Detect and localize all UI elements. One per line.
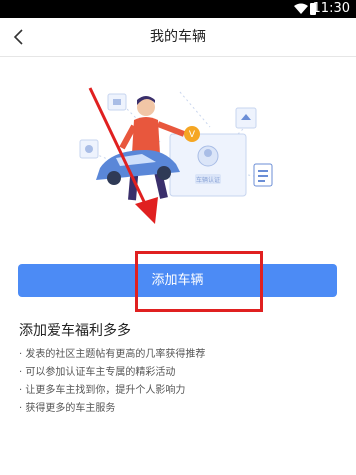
vip-badge: V bbox=[184, 126, 200, 142]
annotation-highlight-box bbox=[135, 251, 263, 312]
benefits-title: 添加爱车福利多多 bbox=[19, 323, 131, 339]
benefit-item: · 可以参加认证车主专属的精彩活动 bbox=[19, 367, 176, 378]
vip-badge-text: V bbox=[189, 130, 196, 140]
certification-card: 车辆认证 bbox=[169, 133, 247, 197]
car-figure bbox=[96, 150, 180, 185]
nav-bar: 我的车辆 bbox=[0, 18, 356, 57]
floating-card-top bbox=[107, 93, 127, 111]
vehicle-illustration: 车辆认证 V bbox=[79, 91, 273, 201]
benefit-item: · 发表的社区主题帖有更高的几率获得推荐 bbox=[19, 349, 206, 360]
status-bar: 11:30 bbox=[0, 0, 356, 18]
card-caption: 车辆认证 bbox=[196, 176, 220, 184]
benefit-item: · 让更多车主找到你，提升个人影响力 bbox=[19, 385, 186, 396]
benefits-list: · 发表的社区主题帖有更高的几率获得推荐 · 可以参加认证车主专属的精彩活动 ·… bbox=[19, 346, 205, 418]
floating-card-left bbox=[79, 139, 99, 159]
floating-card-right-top bbox=[235, 107, 257, 129]
benefit-item: · 获得更多的车主服务 bbox=[19, 403, 116, 414]
document-icon bbox=[253, 163, 273, 187]
wifi-icon bbox=[294, 3, 308, 14]
status-time: 11:30 bbox=[312, 1, 350, 16]
page-title: 我的车辆 bbox=[150, 29, 206, 45]
